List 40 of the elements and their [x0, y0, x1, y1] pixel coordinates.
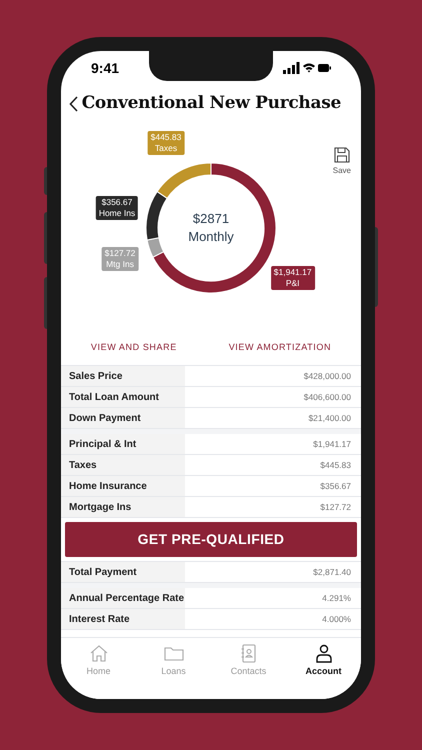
slice-label: $445.83 Taxes — [148, 131, 184, 156]
tab-item[interactable]: Account — [294, 643, 354, 678]
slice-label: $356.67 Home Ins — [96, 196, 138, 220]
row-value: $1,941.17 — [312, 438, 352, 451]
status-icons — [283, 62, 331, 74]
row-value: $21,400.00 — [307, 412, 352, 425]
pre-qualify-button[interactable]: GET PRE-QUALIFIED — [65, 522, 357, 557]
row-value: $127.72 — [319, 500, 352, 514]
row-value: $406,600.00 — [302, 390, 352, 404]
row-label: Home Insurance — [61, 476, 185, 496]
slice-label: P&I — [284, 278, 301, 290]
row-value: $445.83 — [319, 458, 352, 472]
row-label: Down Payment — [61, 408, 185, 428]
row-value: 4.000% — [321, 612, 352, 626]
row-label: Annual Percentage Rate — [61, 588, 185, 608]
page-title: Conventional New Purchase — [82, 92, 342, 116]
row-label: Total Loan Amount — [61, 387, 185, 407]
row-label: Taxes — [61, 455, 185, 475]
text-link[interactable]: VIEW AMORTIZATION — [228, 341, 332, 355]
row-value: $356.67 — [319, 480, 352, 493]
text-link[interactable]: VIEW AND SHARE — [90, 341, 177, 355]
back-icon — [69, 96, 80, 112]
total-amount: $2871 — [192, 210, 230, 228]
row-label: Sales Price — [61, 366, 185, 386]
slice-label: Taxes — [154, 143, 178, 154]
total-caption: Monthly — [188, 228, 234, 246]
row-label: Principal & Int — [61, 434, 185, 454]
row-value: 4.291% — [321, 592, 352, 605]
slice-label: Mtg Ins — [105, 258, 135, 270]
save-icon — [334, 147, 350, 163]
row-label: Total Payment — [61, 562, 185, 582]
slice-label: $1,941.17 P&I — [270, 266, 315, 290]
slice-label: Home Ins — [98, 208, 136, 220]
row-label: Mortgage Ins — [61, 497, 185, 517]
row-value: $2,871.40 — [312, 566, 352, 579]
row-value: $428,000.00 — [302, 370, 352, 383]
status-time: 9:41 — [91, 58, 120, 78]
save-button[interactable]: Save — [332, 147, 351, 177]
slice-label: $127.72 Mtg Ins — [102, 246, 138, 271]
row-label: Interest Rate — [61, 609, 185, 629]
